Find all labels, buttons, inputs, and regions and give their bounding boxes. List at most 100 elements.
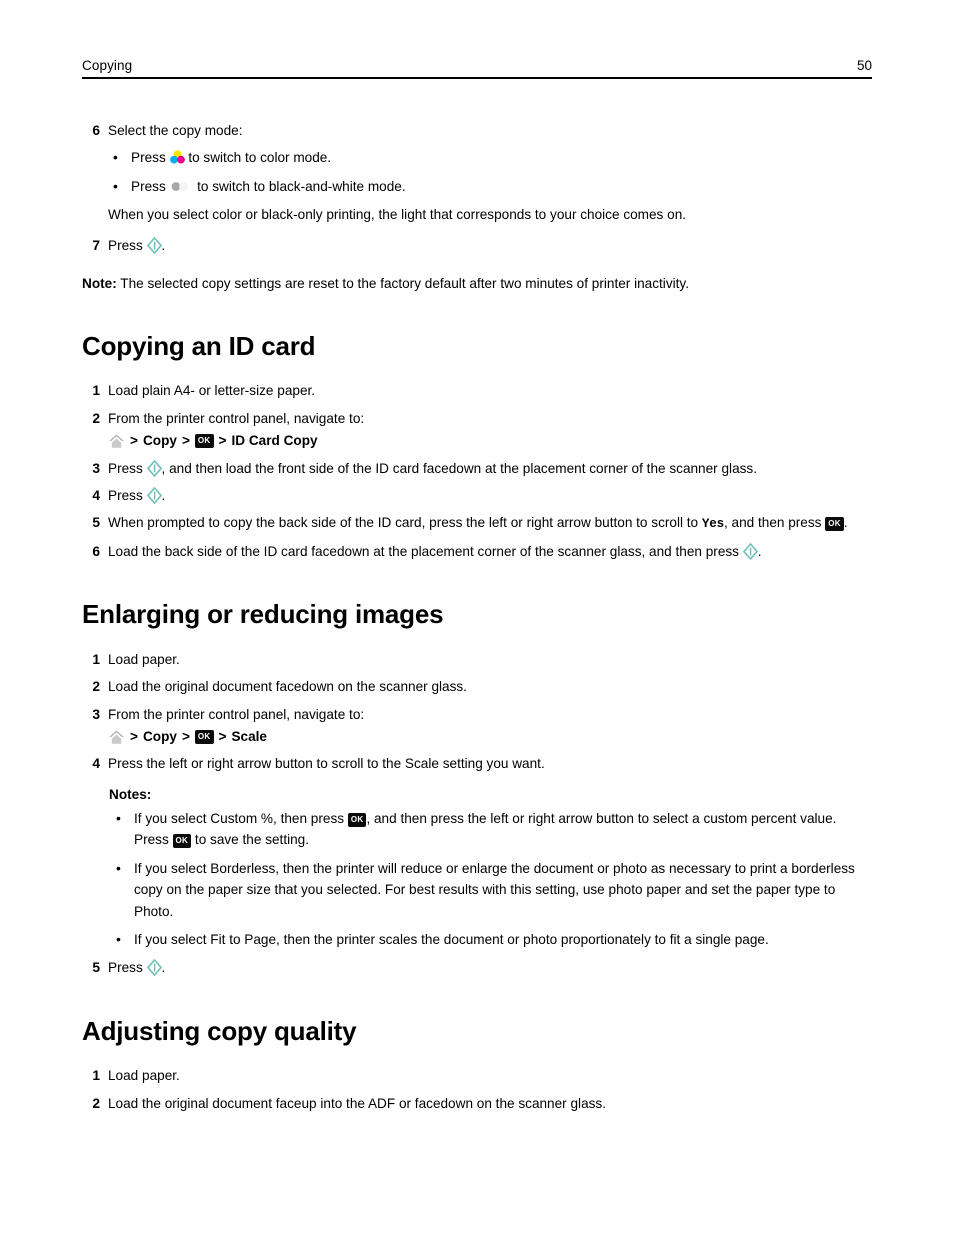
- step-text: Press the left or right arrow button to …: [108, 756, 545, 772]
- bullet-text-after: to switch to color mode.: [188, 150, 332, 166]
- start-button-icon: [146, 459, 162, 477]
- document-page: Copying 50 6 Select the copy mode: Press…: [0, 0, 954, 1235]
- section-heading: Enlarging or reducing images: [82, 599, 444, 630]
- step-text: Load paper.: [108, 1068, 180, 1084]
- breadcrumb: > Copy > OK > ID Card Copy: [108, 431, 872, 451]
- step-text: Load the back side of the ID card facedo…: [108, 541, 872, 562]
- black-and-white-mode-icon: [171, 181, 188, 191]
- step-number: 4: [92, 487, 100, 503]
- breadcrumb-separator: >: [218, 728, 227, 744]
- note-label: Note:: [82, 275, 117, 291]
- step-item: 6 Select the copy mode:: [82, 120, 872, 141]
- step-text-after: .: [757, 543, 762, 559]
- breadcrumb-separator: >: [130, 433, 138, 449]
- color-mode-icon: [169, 150, 185, 164]
- breadcrumb-item-id-card-copy: ID Card Copy: [231, 433, 318, 449]
- list-item: If you select Fit to Page, then the prin…: [112, 928, 872, 951]
- step-number: 3: [92, 460, 100, 476]
- step-number: 6: [92, 543, 100, 559]
- home-icon: [109, 434, 124, 449]
- running-header: Copying 50: [82, 58, 872, 79]
- ok-key-icon: OK: [825, 517, 844, 532]
- list-item: Press to switch to black-and-white mode.: [109, 175, 872, 198]
- step-text-after: , and then load the front side of the ID…: [161, 460, 757, 476]
- bullet-text-before: Press: [131, 150, 166, 166]
- step-subtext: When you select color or black-only prin…: [108, 207, 687, 223]
- step-item: 7 Press .: [82, 235, 872, 256]
- page-number: 50: [856, 58, 872, 73]
- step-number: 7: [92, 238, 100, 254]
- note-paragraph: Note: The selected copy settings are res…: [82, 273, 872, 294]
- step-text-after: .: [161, 238, 166, 254]
- step-number: 6: [92, 123, 100, 138]
- start-button-icon: [146, 486, 162, 504]
- ok-key-icon: OK: [194, 730, 214, 745]
- notes-bullet-list: If you select Custom %, then press OK, a…: [112, 807, 872, 951]
- step-number: 1: [92, 383, 100, 399]
- bullet-text-before: Press: [131, 178, 166, 194]
- step-text: Load plain A4- or letter-size paper.: [108, 383, 316, 399]
- home-icon: [109, 730, 124, 744]
- step-text: Load the original document faceup into t…: [108, 1095, 606, 1111]
- step-text: Press .: [108, 485, 872, 506]
- breadcrumb: > Copy > OK > Scale: [108, 727, 872, 747]
- step-number: 3: [92, 706, 100, 722]
- step-item: 5 Press .: [82, 957, 872, 978]
- step-text-after: .: [161, 960, 166, 976]
- list-item: If you select Custom %, then press OK, a…: [112, 807, 872, 851]
- step-text: Press .: [108, 235, 872, 256]
- breadcrumb-separator: >: [130, 728, 138, 744]
- step-text: When prompted to copy the back side of t…: [108, 512, 872, 535]
- copy-mode-bullet-list: Press to switch to color mode. Press to …: [109, 146, 872, 198]
- list-item: If you select Borderless, then the print…: [112, 857, 872, 922]
- step-item: 2 Load the original document facedown on…: [82, 676, 872, 697]
- step-number: 4: [92, 756, 100, 772]
- step-item: 2 From the printer control panel, naviga…: [82, 408, 872, 429]
- breadcrumb-separator: >: [181, 728, 190, 744]
- breadcrumb-separator: >: [181, 433, 190, 449]
- step-item: 6 Load the back side of the ID card face…: [82, 541, 872, 562]
- step-text-before: Press: [108, 960, 143, 976]
- step-text-before: Load the back side of the ID card facedo…: [108, 543, 743, 559]
- step-text: Select the copy mode:: [108, 123, 243, 138]
- step-text-part2: , and then press: [723, 515, 826, 531]
- step-text-after: .: [161, 487, 166, 503]
- step-number: 1: [92, 1068, 100, 1084]
- step-number: 2: [92, 679, 100, 695]
- step-number: 2: [92, 410, 100, 426]
- step-text: From the printer control panel, navigate…: [108, 410, 365, 426]
- bullet-text-after: to switch to black-and-white mode.: [197, 178, 406, 194]
- notes-label: Notes:: [109, 786, 152, 802]
- step-text: Load paper.: [108, 651, 180, 667]
- ok-key-icon: OK: [194, 434, 214, 449]
- step-item: 4 Press the left or right arrow button t…: [82, 753, 872, 774]
- breadcrumb-item-scale: Scale: [231, 728, 267, 744]
- breadcrumb-item-copy: Copy: [142, 433, 177, 449]
- step-item: 4 Press .: [82, 485, 872, 506]
- step-text: Press .: [108, 957, 872, 978]
- ok-key-icon: OK: [172, 834, 192, 849]
- note-text-part1: If you select Custom %, then press: [134, 810, 348, 826]
- step-text-before: Press: [108, 238, 143, 254]
- note-text-part3: to save the setting.: [191, 832, 310, 848]
- note-text: The selected copy settings are reset to …: [116, 275, 689, 291]
- step-item: 1 Load plain A4- or letter-size paper.: [82, 380, 872, 401]
- start-button-icon: [146, 237, 162, 255]
- breadcrumb-item-copy: Copy: [142, 728, 177, 744]
- section-heading: Copying an ID card: [82, 330, 316, 361]
- step-text: From the printer control panel, navigate…: [108, 706, 365, 722]
- step-number: 5: [92, 960, 100, 976]
- step-item: 5 When prompted to copy the back side of…: [82, 512, 872, 535]
- step-text-before: Press: [108, 460, 143, 476]
- list-item: Press to switch to color mode.: [109, 146, 872, 169]
- start-button-icon: [742, 542, 758, 560]
- ok-key-icon: OK: [347, 812, 367, 827]
- step-text: Load the original document facedown on t…: [108, 679, 467, 695]
- breadcrumb-separator: >: [218, 433, 227, 449]
- step-item: 3 Press , and then load the front side o…: [82, 458, 872, 479]
- step-item: 1 Load paper.: [82, 649, 872, 670]
- step-item: 3 From the printer control panel, naviga…: [82, 704, 872, 725]
- document-body: 6 Select the copy mode: Press to switch …: [82, 120, 872, 1120]
- header-chapter-title: Copying: [82, 58, 133, 73]
- start-button-icon: [146, 959, 162, 977]
